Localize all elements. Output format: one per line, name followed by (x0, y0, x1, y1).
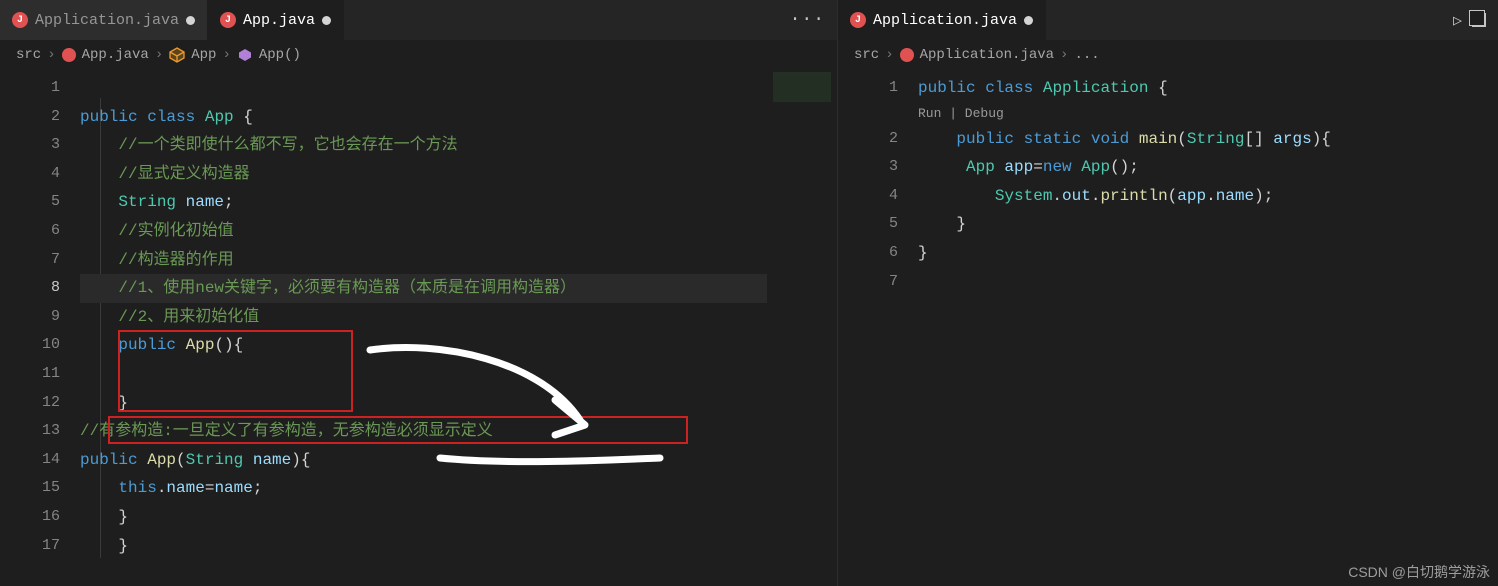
watermark-text: CSDN @白切鹅学游泳 (1348, 562, 1490, 582)
code-line[interactable]: //显式定义构造器 (80, 160, 837, 189)
breadcrumb-right[interactable]: src › Application.java › ... (838, 40, 1498, 70)
code-line[interactable]: //2、用来初始化值 (80, 303, 837, 332)
codelens-run-debug[interactable]: Run | Debug (918, 103, 1498, 125)
line-number: 4 (0, 160, 80, 189)
run-icon[interactable]: ▷ (1453, 11, 1462, 30)
dirty-indicator-icon (322, 16, 331, 25)
code-line[interactable]: } (80, 532, 837, 561)
class-icon (169, 47, 185, 63)
tab-actions: ··· (778, 0, 837, 40)
line-number: 7 (0, 246, 80, 275)
split-editor-icon[interactable] (1472, 13, 1486, 27)
code-content[interactable]: public class Application { Run | Debug p… (918, 70, 1498, 586)
code-line[interactable]: //有参构造:一旦定义了有参构造，无参构造必须显示定义 (80, 417, 837, 446)
more-icon[interactable]: ··· (790, 10, 825, 30)
chevron-right-icon: › (222, 47, 230, 63)
java-file-icon: J (850, 12, 866, 28)
line-number: 17 (0, 532, 80, 561)
java-file-icon (900, 48, 914, 62)
breadcrumb-more[interactable]: ... (1074, 47, 1099, 63)
chevron-right-icon: › (885, 47, 893, 63)
java-file-icon: J (12, 12, 28, 28)
tab-actions-right: ▷ (1441, 0, 1498, 40)
line-number: 4 (838, 182, 918, 211)
tab-label: Application.java (35, 12, 179, 29)
line-number: 1 (0, 74, 80, 103)
line-number: 2 (0, 103, 80, 132)
code-line[interactable]: String name; (80, 188, 837, 217)
line-number: 9 (0, 303, 80, 332)
code-line[interactable]: System.out.println(app.name); (918, 182, 1498, 211)
dirty-indicator-icon (1024, 16, 1033, 25)
code-line[interactable]: public App(String name){ (80, 446, 837, 475)
tab-label: Application.java (873, 12, 1017, 29)
line-number: 16 (0, 503, 80, 532)
code-line[interactable]: public class App { (80, 103, 837, 132)
dirty-indicator-icon (186, 16, 195, 25)
tab-label: App.java (243, 12, 315, 29)
line-number: 12 (0, 389, 80, 418)
code-line[interactable]: public class Application { (918, 74, 1498, 103)
code-line[interactable] (80, 74, 837, 103)
method-icon (237, 47, 253, 63)
code-line[interactable]: } (918, 239, 1498, 268)
code-line[interactable]: } (918, 210, 1498, 239)
code-line[interactable]: //构造器的作用 (80, 246, 837, 275)
code-line[interactable] (80, 360, 837, 389)
line-number: 8 (0, 274, 80, 303)
line-gutter: 1 2 3 4 5 6 7 (838, 70, 918, 586)
breadcrumb-class[interactable]: App (191, 47, 216, 63)
line-number: 7 (838, 268, 918, 297)
breadcrumb-left[interactable]: src › App.java › App › App() (0, 40, 837, 70)
code-line[interactable]: //1、使用new关键字，必须要有构造器（本质是在调用构造器） (80, 274, 837, 303)
line-number: 11 (0, 360, 80, 389)
editor-pane-right: J Application.java ▷ src › Application.j… (838, 0, 1498, 586)
line-number: 14 (0, 446, 80, 475)
tab-app-java[interactable]: J App.java (208, 0, 344, 40)
line-number: 5 (838, 210, 918, 239)
java-file-icon (62, 48, 76, 62)
breadcrumb-file[interactable]: App.java (82, 47, 149, 63)
breadcrumb-root[interactable]: src (854, 47, 879, 63)
tab-application-java-right[interactable]: J Application.java (838, 0, 1046, 40)
code-line[interactable]: public App(){ (80, 331, 837, 360)
chevron-right-icon: › (47, 47, 55, 63)
code-area-left[interactable]: 1 2 3 4 5 6 7 8 9 10 11 12 13 14 15 16 1… (0, 70, 837, 586)
split-editor: J Application.java J App.java ··· src › … (0, 0, 1498, 586)
code-content[interactable]: public class App { //一个类即使什么都不写，它也会存在一个方… (80, 70, 837, 586)
editor-pane-left: J Application.java J App.java ··· src › … (0, 0, 838, 586)
minimap-thumb (773, 72, 831, 102)
code-line[interactable]: public static void main(String[] args){ (918, 125, 1498, 154)
code-line[interactable]: } (80, 503, 837, 532)
tab-application-java[interactable]: J Application.java (0, 0, 208, 40)
line-number: 10 (0, 331, 80, 360)
code-line[interactable]: App app=new App(); (918, 153, 1498, 182)
line-number: 13 (0, 417, 80, 446)
line-number: 2 (838, 125, 918, 154)
breadcrumb-root[interactable]: src (16, 47, 41, 63)
line-number: 6 (0, 217, 80, 246)
line-number: 15 (0, 474, 80, 503)
line-number: 5 (0, 188, 80, 217)
chevron-right-icon: › (1060, 47, 1068, 63)
line-number: 6 (838, 239, 918, 268)
line-gutter: 1 2 3 4 5 6 7 8 9 10 11 12 13 14 15 16 1… (0, 70, 80, 586)
tab-bar-left: J Application.java J App.java ··· (0, 0, 837, 40)
code-line[interactable] (918, 268, 1498, 297)
line-number: 1 (838, 74, 918, 103)
code-line[interactable]: } (80, 389, 837, 418)
code-line[interactable]: this.name=name; (80, 474, 837, 503)
code-area-right[interactable]: 1 2 3 4 5 6 7 public class Application {… (838, 70, 1498, 586)
line-number: 3 (838, 153, 918, 182)
chevron-right-icon: › (155, 47, 163, 63)
code-line[interactable]: //实例化初始值 (80, 217, 837, 246)
breadcrumb-method[interactable]: App() (259, 47, 301, 63)
minimap[interactable] (767, 70, 837, 586)
java-file-icon: J (220, 12, 236, 28)
breadcrumb-file[interactable]: Application.java (920, 47, 1054, 63)
tab-bar-right: J Application.java ▷ (838, 0, 1498, 40)
line-number: 3 (0, 131, 80, 160)
code-line[interactable]: //一个类即使什么都不写，它也会存在一个方法 (80, 131, 837, 160)
